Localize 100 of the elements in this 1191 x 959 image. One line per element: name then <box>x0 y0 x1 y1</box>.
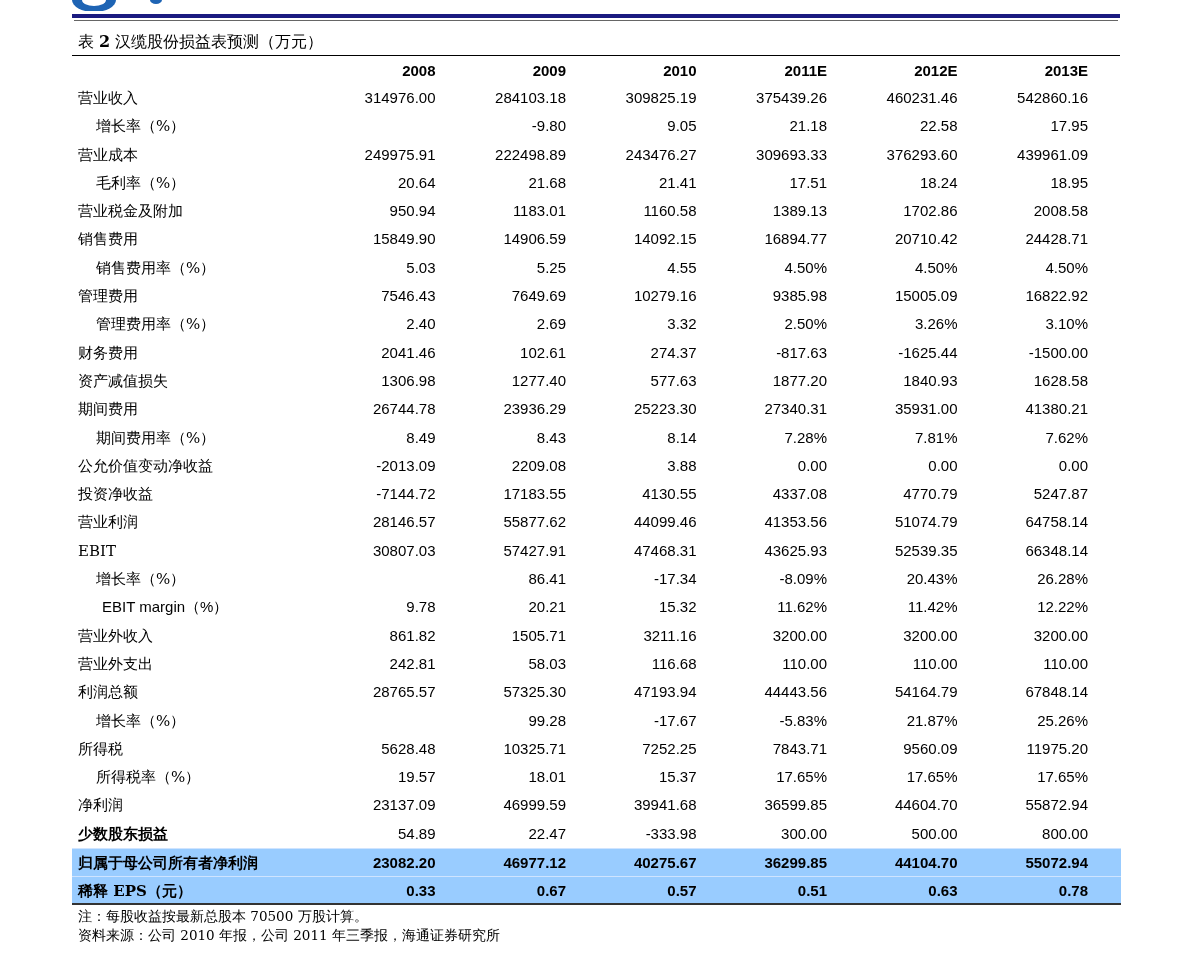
table-cell: 577.63 <box>650 371 697 389</box>
footnote: 注：每股收益按最新总股本 70500 万股计算。 <box>77 906 369 926</box>
table-cell: 242.81 <box>389 654 436 672</box>
table-cell: 23082.20 <box>372 854 436 871</box>
row-label: EBIT <box>78 541 116 560</box>
table-cell: 0.67 <box>536 882 566 900</box>
table-cell: 2.50% <box>784 315 827 333</box>
table-cell: 54.89 <box>397 824 436 842</box>
table-cell: 15005.09 <box>894 287 958 305</box>
table-cell: 18.01 <box>528 768 566 786</box>
table-cell: 1628.58 <box>1033 371 1088 389</box>
table-cell: 16894.77 <box>764 230 827 248</box>
table-cell: 10279.16 <box>633 287 697 305</box>
table-cell: 43625.93 <box>764 541 827 559</box>
table-cell: 25223.30 <box>633 400 697 418</box>
table-cell: 41353.56 <box>764 513 827 531</box>
table-cell: -5.83% <box>779 711 827 729</box>
table-cell: 21.68 <box>528 173 566 191</box>
table-cell: 0.57 <box>667 882 697 900</box>
table-cell: 17.51 <box>789 173 827 191</box>
table-cell: -1625.44 <box>898 343 958 361</box>
table-cell: 500.00 <box>911 824 958 842</box>
table-cell: 14906.59 <box>503 230 566 248</box>
table-cell: 274.37 <box>650 343 697 361</box>
row-label: 归属于母公司所有者净利润 <box>78 854 258 872</box>
table-cell: 22.47 <box>528 824 566 842</box>
column-header: 2010 <box>663 62 697 79</box>
column-header: 2009 <box>532 62 566 79</box>
table-cell: 1277.40 <box>511 371 566 389</box>
table-cell: -2013.09 <box>376 456 436 474</box>
table-cell: 24428.71 <box>1025 230 1088 248</box>
table-cell: 23936.29 <box>503 400 566 418</box>
table-cell: 3200.00 <box>903 626 958 644</box>
table-cell: 20.64 <box>397 173 436 191</box>
row-label: 财务费用 <box>78 343 138 362</box>
table-cell: 4770.79 <box>903 485 958 503</box>
row-label: 增长率（%） <box>96 570 186 589</box>
table-cell: 14092.15 <box>633 230 697 248</box>
row-label: 投资净收益 <box>78 485 153 504</box>
table-cell: 9385.98 <box>772 287 827 305</box>
table-cell: 2.40 <box>406 315 436 333</box>
table-cell: 7.81% <box>914 428 958 446</box>
row-label: 毛利率（%） <box>96 173 186 192</box>
table-cell: 55072.94 <box>1025 854 1088 871</box>
table-cell: 44604.70 <box>894 796 958 814</box>
table-cell: -817.63 <box>776 343 827 361</box>
table-cell: 11.42% <box>907 598 958 616</box>
table-cell: 26.28% <box>1037 570 1088 588</box>
table-cell: 20710.42 <box>894 230 958 248</box>
table-cell: 309825.19 <box>625 89 697 106</box>
table-cell: 376293.60 <box>886 145 958 163</box>
table-cell: 11975.20 <box>1026 739 1088 757</box>
column-header: 2008 <box>402 62 436 79</box>
table-cell: 4.55 <box>667 258 697 276</box>
table-cell: 8.49 <box>406 428 436 446</box>
table-cell: 54164.79 <box>894 683 958 701</box>
table-cell: 314976.00 <box>364 89 436 106</box>
table-cell: 9.78 <box>406 598 436 616</box>
table-cell: 22.58 <box>919 117 958 135</box>
table-cell: 39941.68 <box>633 796 697 814</box>
table-cell: 64758.14 <box>1025 513 1088 531</box>
row-label: 管理费用率（%） <box>96 315 216 334</box>
table-cell: -7144.72 <box>376 485 436 503</box>
table-cell: 28146.57 <box>372 513 436 531</box>
table-cell: 2041.46 <box>381 343 436 361</box>
table-cell: 15849.90 <box>372 230 436 248</box>
table-cell: 25.26% <box>1037 711 1088 729</box>
table-cell: 86.41 <box>528 570 566 588</box>
table-cell: 4130.55 <box>642 485 697 503</box>
table-cell: 17.65% <box>776 768 827 786</box>
table-cell: 12.22% <box>1037 598 1088 616</box>
table-cell: -1500.00 <box>1028 343 1088 361</box>
table-cell: 5628.48 <box>381 739 436 757</box>
row-label: 所得税 <box>78 739 123 758</box>
table-cell: 44104.70 <box>894 854 958 871</box>
table-cell: 2008.58 <box>1033 202 1088 220</box>
table-cell: 3.10% <box>1045 315 1088 333</box>
row-label: 管理费用 <box>78 287 138 306</box>
table-cell: 99.28 <box>528 711 566 729</box>
table-cell: 5247.87 <box>1033 485 1088 503</box>
table-cell: 8.14 <box>667 428 697 446</box>
table-cell: 1160.58 <box>643 202 697 220</box>
table-cell: 55877.62 <box>503 513 566 531</box>
table-cell: 300.00 <box>781 824 827 842</box>
table-cell: 243476.27 <box>625 145 697 163</box>
table-cell: 0.78 <box>1058 882 1088 900</box>
table-cell: 0.00 <box>1058 456 1088 474</box>
row-label: 销售费用率（%） <box>96 258 216 277</box>
table-cell: 17.95 <box>1050 117 1088 135</box>
row-label: 期间费用 <box>78 400 138 419</box>
table-cell: 67848.14 <box>1025 683 1088 701</box>
table-cell: 284103.18 <box>495 89 566 106</box>
table-cell: 8.43 <box>536 428 566 446</box>
table-cell: 7546.43 <box>381 287 436 305</box>
table-cell: 1306.98 <box>381 371 436 389</box>
table-cell: 222498.89 <box>495 145 566 163</box>
table-cell: 18.95 <box>1050 173 1088 191</box>
table-cell: 17183.55 <box>503 485 566 503</box>
table-cell: 28765.57 <box>372 683 436 701</box>
table-cell: 861.82 <box>389 626 436 644</box>
